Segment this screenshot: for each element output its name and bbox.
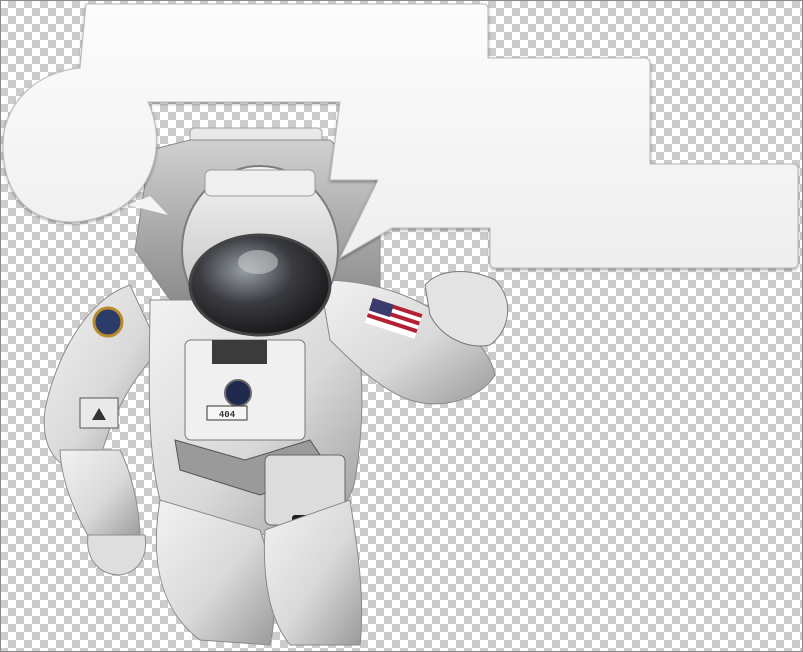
- speech-bubble[interactable]: [2, 3, 799, 269]
- bubble-tail: [128, 196, 168, 215]
- speech-bubble-overlay: [2, 3, 799, 269]
- transparent-canvas: 404: [0, 0, 803, 652]
